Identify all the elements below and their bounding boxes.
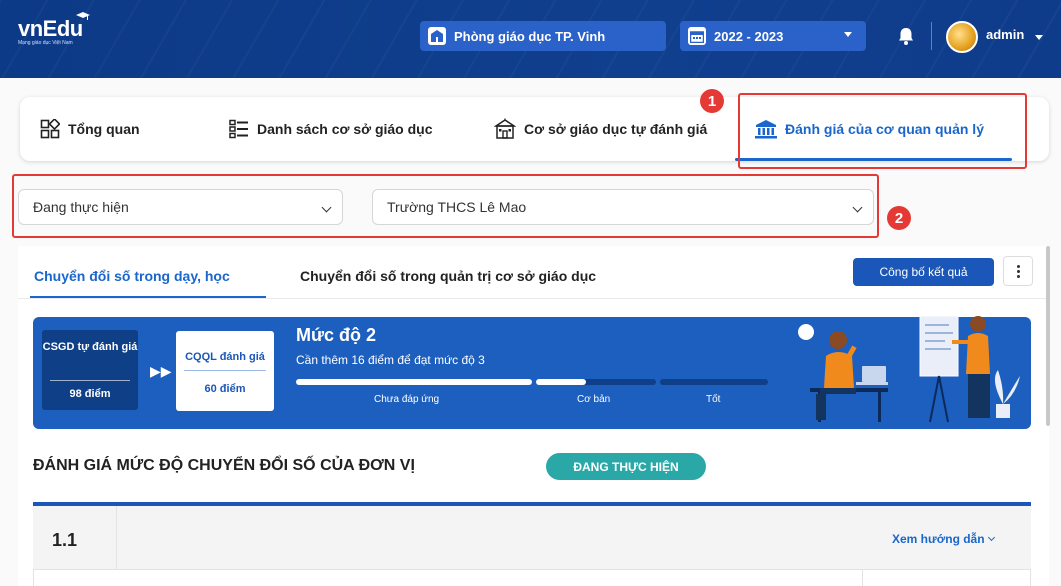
school-icon bbox=[494, 118, 516, 139]
kebab-dot bbox=[1016, 264, 1020, 268]
tab-self-evaluation-label: Cơ sở giáo dục tự đánh giá bbox=[524, 121, 708, 137]
header-separator bbox=[931, 22, 932, 50]
self-evaluation-score: 98 điểm bbox=[69, 388, 111, 400]
school-select[interactable]: Trường THCS Lê Mao bbox=[372, 189, 874, 225]
points-needed-text: Cần thêm 16 điểm để đạt mức độ 3 bbox=[296, 353, 485, 367]
user-name[interactable]: admin bbox=[986, 27, 1024, 42]
progress-label-good: Tốt bbox=[706, 394, 721, 405]
divider bbox=[184, 370, 266, 371]
presentation-illustration bbox=[798, 315, 1020, 423]
more-options-button[interactable] bbox=[1003, 256, 1033, 286]
publish-results-button[interactable]: Công bố kết quả bbox=[853, 258, 994, 286]
subtab-teaching[interactable]: Chuyển đổi số trong dạy, học bbox=[34, 268, 230, 284]
user-menu-chevron-icon[interactable] bbox=[1035, 35, 1043, 40]
criteria-number: 1.1 bbox=[52, 530, 78, 550]
progress-label-basic: Cơ bản bbox=[577, 394, 611, 405]
annotation-box-1 bbox=[738, 93, 1027, 169]
calendar-icon bbox=[688, 27, 706, 45]
logo-text: vnEdu bbox=[18, 16, 83, 41]
view-guide-label: Xem hướng dẫn bbox=[892, 532, 985, 546]
list-icon bbox=[229, 119, 248, 139]
annotation-badge-2: 2 bbox=[887, 206, 911, 230]
view-guide-link[interactable]: Xem hướng dẫn bbox=[892, 532, 995, 546]
self-evaluation-score-box: CSGD tự đánh giá 98 điểm bbox=[42, 330, 138, 410]
vnedu-logo[interactable]: vnEdu Mạng giáo dục Việt Nam bbox=[18, 12, 98, 46]
school-year-label: 2022 - 2023 bbox=[714, 28, 784, 44]
status-badge: ĐANG THỰC HIỆN bbox=[546, 453, 706, 480]
agency-evaluation-label: CQQL đánh giá bbox=[185, 351, 265, 363]
subtab-divider bbox=[18, 298, 1049, 299]
column-divider bbox=[862, 570, 863, 586]
chevron-down-icon bbox=[852, 202, 863, 213]
department-selector[interactable]: Phòng giáo dục TP. Vinh bbox=[420, 21, 666, 51]
tab-school-list-label: Danh sách cơ sở giáo dục bbox=[257, 121, 433, 137]
chevron-down-icon bbox=[321, 202, 332, 213]
tab-school-list[interactable]: Danh sách cơ sở giáo dục bbox=[229, 97, 433, 161]
annotation-badge-1: 1 bbox=[700, 89, 724, 113]
progress-segment-good bbox=[660, 379, 768, 385]
active-subtab-indicator bbox=[30, 296, 266, 298]
kebab-dot bbox=[1016, 274, 1020, 278]
tab-overview[interactable]: Tổng quan bbox=[40, 97, 140, 161]
chevron-down-icon bbox=[987, 533, 995, 542]
status-select[interactable]: Đang thực hiện bbox=[18, 189, 343, 225]
school-year-selector[interactable]: 2022 - 2023 bbox=[680, 21, 866, 51]
self-evaluation-label: CSGD tự đánh giá bbox=[42, 341, 138, 353]
avatar[interactable] bbox=[946, 21, 978, 53]
agency-evaluation-score-box: CQQL đánh giá 60 điểm bbox=[176, 331, 274, 411]
divider bbox=[50, 380, 130, 381]
double-arrow-icon: ▶▶ bbox=[150, 363, 172, 379]
grid-icon bbox=[40, 119, 60, 139]
progress-fill-basic bbox=[536, 379, 586, 385]
bell-icon[interactable] bbox=[896, 26, 916, 46]
subtab-management[interactable]: Chuyển đổi số trong quản trị cơ sở giáo … bbox=[300, 268, 596, 284]
criteria-header bbox=[33, 506, 1031, 570]
scrollbar[interactable] bbox=[1046, 246, 1050, 426]
building-icon bbox=[428, 27, 446, 45]
progress-segment-not-met bbox=[296, 379, 532, 385]
progress-label-not-met: Chưa đáp ứng bbox=[374, 394, 440, 405]
status-select-value: Đang thực hiện bbox=[33, 199, 129, 215]
kebab-dot bbox=[1016, 269, 1020, 273]
section-title: ĐÁNH GIÁ MỨC ĐỘ CHUYỂN ĐỔI SỐ CỦA ĐƠN VỊ bbox=[33, 457, 415, 474]
chevron-down-icon bbox=[844, 32, 852, 37]
logo-subtext: Mạng giáo dục Việt Nam bbox=[18, 40, 73, 46]
school-select-value: Trường THCS Lê Mao bbox=[387, 199, 527, 215]
level-title: Mức độ 2 bbox=[296, 325, 377, 345]
department-label: Phòng giáo dục TP. Vinh bbox=[454, 28, 606, 44]
graduation-cap-icon bbox=[76, 12, 90, 20]
tab-overview-label: Tổng quan bbox=[68, 121, 140, 137]
agency-evaluation-score: 60 điểm bbox=[204, 383, 246, 395]
tab-self-evaluation[interactable]: Cơ sở giáo dục tự đánh giá bbox=[494, 97, 707, 161]
